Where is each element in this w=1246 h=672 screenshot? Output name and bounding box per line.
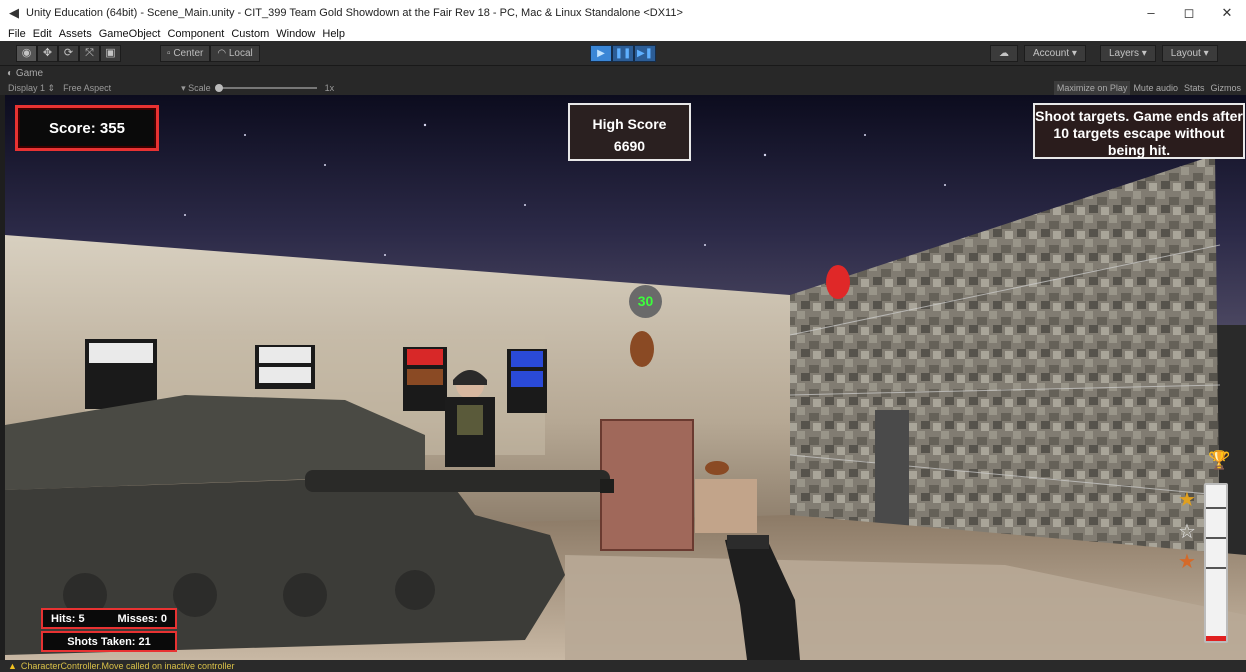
tab-game[interactable]: ◐ Game [7, 68, 43, 79]
display-label: Display 1 [8, 82, 46, 93]
menu-assets[interactable]: Assets [59, 28, 92, 40]
aspect-label: Free Aspect [63, 83, 112, 93]
layers-label: Layers [1108, 48, 1139, 59]
minimize-button[interactable]: – [1132, 0, 1170, 26]
meter-tick [1206, 567, 1226, 569]
maximize-on-play-toggle[interactable]: Maximize on Play [1053, 81, 1131, 95]
local-icon: ◠ [217, 48, 229, 59]
menu-gameobject[interactable]: GameObject [99, 28, 161, 40]
close-button[interactable]: ✕ [1208, 0, 1246, 26]
shots-row: Shots Taken: 21 [41, 631, 177, 652]
aspect-dropdown[interactable]: Free Aspect [63, 83, 111, 93]
window-title-bar: ◀ Unity Education (64bit) - Scene_Main.u… [0, 0, 1246, 26]
layout-dropdown[interactable]: Layout ▾ [1161, 45, 1218, 62]
playback-controls: ▶ ❚❚ ▶❚ [590, 45, 656, 62]
pivot-center-button[interactable]: ▫ Center [160, 45, 211, 62]
meter-tick [1206, 537, 1226, 539]
menu-window[interactable]: Window [276, 28, 315, 40]
shots-text: Shots Taken: 21 [67, 635, 151, 648]
window-controls: – ◻ ✕ [1132, 0, 1246, 26]
status-message: CharacterController.Move called on inact… [20, 661, 235, 671]
game-icon: ◐ [7, 68, 16, 79]
play-button[interactable]: ▶ [590, 45, 612, 62]
unity-icon: ◀ [9, 5, 19, 20]
scale-slider[interactable] [214, 84, 317, 92]
cloud-icon: ☁ [999, 48, 1009, 59]
trophy-icon: 🏆 [1208, 450, 1231, 470]
pivot-local-label: Local [228, 48, 253, 59]
pivot-center-label: Center [173, 48, 204, 59]
progress-meter [1204, 483, 1228, 643]
score-panel: Score: 355 [15, 105, 159, 151]
menu-custom[interactable]: Custom [231, 28, 269, 40]
gizmos-dropdown[interactable]: Gizmos [1207, 81, 1244, 95]
ground-target[interactable] [705, 461, 729, 475]
layout-label: Layout [1170, 48, 1201, 59]
cloud-button[interactable]: ☁ [990, 45, 1018, 62]
transform-tools: ◉ ✥ ⟳ ⤧ ▣ [16, 45, 121, 62]
menu-component[interactable]: Component [167, 28, 224, 40]
scale-slider-knob[interactable] [214, 84, 223, 92]
game-view-bar: Display 1 ⇕ Free Aspect ▾ Scale 1x Maxim… [0, 81, 1246, 95]
hits-misses-row: Hits: 5 Misses: 0 [41, 608, 177, 629]
scale-value: 1x [324, 83, 335, 93]
meter-tick [1206, 507, 1226, 509]
pivot-tools: ▫ Center ◠ Local [160, 45, 260, 62]
chevron-down-icon: ▾ [1071, 48, 1077, 59]
display-dropdown[interactable]: Display 1 ⇕ [8, 83, 55, 94]
updown-icon: ⇕ [47, 82, 56, 93]
score-text: Score: 355 [49, 119, 125, 137]
layers-dropdown[interactable]: Layers ▾ [1099, 45, 1156, 62]
stats-toggle[interactable]: Stats [1181, 81, 1208, 95]
box [695, 479, 757, 533]
falling-target-red[interactable] [826, 265, 850, 299]
game-view-options: Maximize on Play Mute audio Stats Gizmos [1053, 81, 1244, 95]
scale-label: ▾ Scale [181, 82, 211, 93]
menu-help[interactable]: Help [322, 28, 345, 40]
toolbar-right: ☁ Account ▾ Layers ▾ Layout ▾ [990, 45, 1218, 62]
tab-game-label: Game [15, 68, 44, 79]
chevron-down-icon: ▾ [1203, 48, 1209, 59]
target-timer: 30 [629, 285, 662, 318]
crate [600, 419, 694, 551]
game-viewport[interactable]: Score: 355 High Score 6690 Shoot targets… [5, 95, 1246, 660]
maximize-button[interactable]: ◻ [1170, 0, 1208, 26]
window-title: Unity Education (64bit) - Scene_Main.uni… [26, 7, 683, 19]
move-tool-icon[interactable]: ✥ [37, 45, 58, 62]
hits-text: Hits: 5 [51, 612, 85, 625]
high-score-label: High Score [592, 116, 667, 132]
scale-tool-icon[interactable]: ⤧ [79, 45, 100, 62]
high-score-panel: High Score 6690 [568, 103, 691, 161]
rotate-tool-icon[interactable]: ⟳ [58, 45, 79, 62]
bronze-star-icon: ★ [1178, 551, 1196, 573]
rules-text: Shoot targets. Game ends after 10 target… [1035, 108, 1243, 158]
account-dropdown[interactable]: Account ▾ [1024, 45, 1086, 62]
scale-text: Scale [188, 82, 211, 93]
game-scene [5, 95, 1246, 660]
pivot-local-button[interactable]: ◠ Local [210, 45, 260, 62]
account-label: Account [1033, 48, 1070, 59]
menu-file[interactable]: File [8, 28, 26, 40]
progress-meter-fill [1206, 636, 1226, 641]
falling-target[interactable] [630, 331, 654, 367]
menu-bar: File Edit Assets GameObject Component Cu… [0, 26, 1246, 41]
view-tool-icon[interactable]: ◉ [16, 45, 37, 62]
pause-button[interactable]: ❚❚ [612, 45, 634, 62]
rules-panel: Shoot targets. Game ends after 10 target… [1033, 103, 1245, 159]
gold-star-icon: ★ [1178, 489, 1196, 511]
misses-text: Misses: 0 [117, 612, 167, 625]
status-bar[interactable]: ▲ CharacterController.Move called on ina… [0, 660, 1246, 672]
menu-edit[interactable]: Edit [33, 28, 52, 40]
stats-panel: Hits: 5 Misses: 0 Shots Taken: 21 [41, 608, 177, 652]
silver-star-icon: ☆ [1178, 521, 1196, 543]
chevron-down-icon: ▾ [1141, 48, 1147, 59]
toolbar: ◉ ✥ ⟳ ⤧ ▣ ▫ Center ◠ Local ▶ ❚❚ ▶❚ ☁ Acc… [0, 41, 1246, 66]
game-view-header: ◐ Game Display 1 ⇕ Free Aspect ▾ Scale 1… [0, 66, 1246, 95]
warning-icon: ▲ [8, 661, 17, 671]
rect-tool-icon[interactable]: ▣ [100, 45, 121, 62]
step-button[interactable]: ▶❚ [634, 45, 656, 62]
mute-audio-toggle[interactable]: Mute audio [1130, 81, 1181, 95]
high-score-value: 6690 [613, 138, 646, 154]
